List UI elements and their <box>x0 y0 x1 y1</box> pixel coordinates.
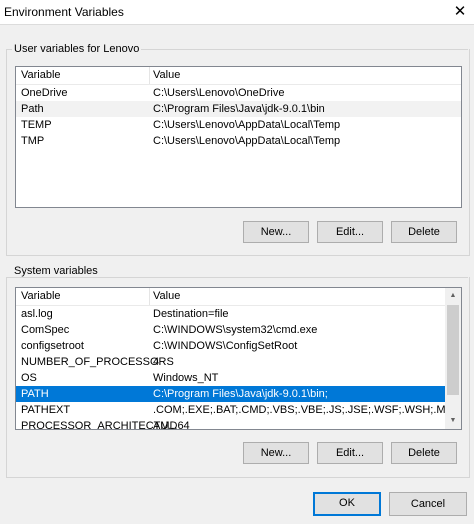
vertical-scrollbar[interactable]: ▲ ▼ <box>445 288 461 429</box>
system-new-button[interactable]: New... <box>243 442 309 464</box>
variable-value: AMD64 <box>153 420 190 430</box>
system-list-header: Variable Value <box>16 288 461 306</box>
variable-value: .COM;.EXE;.BAT;.CMD;.VBS;.VBE;.JS;.JSE;.… <box>153 404 461 416</box>
user-variables-list[interactable]: Variable Value OneDrive C:\Users\Lenovo\… <box>15 66 462 208</box>
scroll-up-icon[interactable]: ▲ <box>445 288 461 304</box>
title-divider <box>0 24 474 25</box>
variable-value: C:\WINDOWS\ConfigSetRoot <box>153 340 298 352</box>
system-edit-button[interactable]: Edit... <box>317 442 383 464</box>
column-header-variable[interactable]: Variable <box>21 288 61 305</box>
system-delete-button[interactable]: Delete <box>391 442 457 464</box>
column-header-value[interactable]: Value <box>149 67 180 84</box>
variable-value: C:\Users\Lenovo\OneDrive <box>153 87 285 99</box>
user-list-header: Variable Value <box>16 67 461 85</box>
title-bar: Environment Variables ✕ <box>0 0 474 24</box>
variable-name: ComSpec <box>21 324 70 336</box>
variable-value: C:\Users\Lenovo\AppData\Local\Temp <box>153 135 341 147</box>
cancel-button[interactable]: Cancel <box>389 492 467 516</box>
table-row[interactable]: configsetroot C:\WINDOWS\ConfigSetRoot <box>16 338 461 354</box>
variable-value: C:\Program Files\Java\jdk-9.0.1\bin <box>153 103 325 115</box>
variable-value: C:\Program Files\Java\jdk-9.0.1\bin; <box>153 388 328 400</box>
variable-name: PATH <box>21 388 49 400</box>
variable-value: Destination=file <box>153 308 229 320</box>
table-row-selected[interactable]: PATH C:\Program Files\Java\jdk-9.0.1\bin… <box>16 386 461 402</box>
variable-value: C:\WINDOWS\system32\cmd.exe <box>153 324 318 336</box>
ok-button[interactable]: OK <box>313 492 381 516</box>
system-variables-list[interactable]: Variable Value asl.log Destination=file … <box>15 287 462 430</box>
table-row[interactable]: TEMP C:\Users\Lenovo\AppData\Local\Temp <box>16 117 461 133</box>
window-title: Environment Variables <box>4 5 124 19</box>
variable-name: OneDrive <box>21 87 68 99</box>
table-row[interactable]: NUMBER_OF_PROCESSORS 4 <box>16 354 461 370</box>
table-row[interactable]: PATHEXT .COM;.EXE;.BAT;.CMD;.VBS;.VBE;.J… <box>16 402 461 418</box>
variable-name: Path <box>21 103 44 115</box>
table-row[interactable]: OS Windows_NT <box>16 370 461 386</box>
variable-name: asl.log <box>21 308 53 320</box>
user-delete-button[interactable]: Delete <box>391 221 457 243</box>
scrollbar-thumb[interactable] <box>447 305 459 395</box>
user-variables-label: User variables for Lenovo <box>12 43 142 55</box>
variable-name: configsetroot <box>21 340 84 352</box>
variable-value: 4 <box>153 356 160 368</box>
table-row[interactable]: PROCESSOR_ARCHITECTU... AMD64 <box>16 418 461 430</box>
user-edit-button[interactable]: Edit... <box>317 221 383 243</box>
table-row[interactable]: Path C:\Program Files\Java\jdk-9.0.1\bin <box>16 101 461 117</box>
table-row[interactable]: ComSpec C:\WINDOWS\system32\cmd.exe <box>16 322 461 338</box>
variable-name: TMP <box>21 135 45 147</box>
variable-value: Windows_NT <box>153 372 219 384</box>
close-icon[interactable]: ✕ <box>450 2 470 22</box>
column-header-value[interactable]: Value <box>149 288 180 305</box>
column-header-variable[interactable]: Variable <box>21 67 61 84</box>
variable-name: OS <box>21 372 37 384</box>
table-row[interactable]: OneDrive C:\Users\Lenovo\OneDrive <box>16 85 461 101</box>
scroll-down-icon[interactable]: ▼ <box>445 413 461 429</box>
table-row[interactable]: TMP C:\Users\Lenovo\AppData\Local\Temp <box>16 133 461 149</box>
variable-name: PATHEXT <box>21 404 71 416</box>
variable-value: C:\Users\Lenovo\AppData\Local\Temp <box>153 119 341 131</box>
user-new-button[interactable]: New... <box>243 221 309 243</box>
system-variables-label: System variables <box>12 265 100 277</box>
variable-name: NUMBER_OF_PROCESSORS <box>21 356 174 368</box>
variable-name: TEMP <box>21 119 52 131</box>
table-row[interactable]: asl.log Destination=file <box>16 306 461 322</box>
